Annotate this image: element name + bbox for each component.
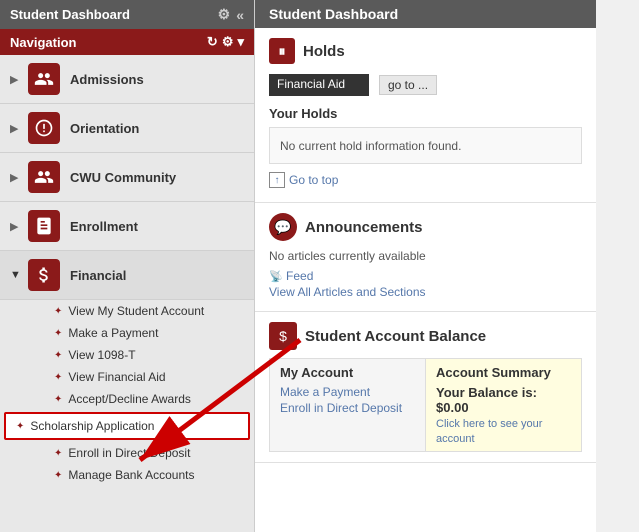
account-summary-column: Account Summary Your Balance is: $0.00 C… [426, 358, 582, 452]
subitem-manage-bank[interactable]: ✦ Manage Bank Accounts [0, 464, 254, 486]
subitem-label-make-payment: Make a Payment [68, 326, 158, 340]
nav-header-controls: ↻ ⚙ ▾ [207, 34, 244, 50]
account-grid: My Account Make a Payment Enroll in Dire… [269, 358, 582, 452]
subitem-make-payment[interactable]: ✦ Make a Payment [0, 322, 254, 344]
subitem-view-1098t[interactable]: ✦ View 1098-T [0, 344, 254, 366]
enrollment-label: Enrollment [70, 219, 138, 234]
bullet-icon-8: ✦ [54, 470, 62, 481]
go-to-top-label: Go to top [289, 173, 338, 187]
chevron-down-icon[interactable]: ▾ [237, 34, 244, 50]
settings-icon[interactable]: ⚙ [222, 34, 234, 50]
sidebar-header-icons: ⚙ « [218, 6, 244, 23]
holds-icon: ⏸ [269, 38, 295, 64]
subitem-label-view-financial-aid: View Financial Aid [68, 370, 165, 384]
sidebar-item-enrollment[interactable]: ▶ Enrollment [0, 202, 254, 251]
close-icon[interactable]: « [236, 7, 244, 23]
expand-arrow-admissions: ▶ [10, 73, 24, 86]
rss-icon: 📡 [269, 271, 283, 283]
subitem-accept-decline[interactable]: ✦ Accept/Decline Awards [0, 388, 254, 410]
subitem-scholarship-application[interactable]: ✦ Scholarship Application [4, 412, 250, 440]
nav-items-list: ▶ Admissions ▶ Orientation ▶ [0, 55, 254, 532]
sidebar-item-cwu-community[interactable]: ▶ CWU Community [0, 153, 254, 202]
your-holds-label: Your Holds [269, 106, 582, 121]
announcements-section: 💬 Announcements No articles currently av… [255, 203, 596, 312]
my-account-column: My Account Make a Payment Enroll in Dire… [269, 358, 426, 452]
financial-subitems: ✦ View My Student Account ✦ Make a Payme… [0, 300, 254, 490]
holds-title-row: ⏸ Holds [269, 38, 582, 64]
holds-title-text: Holds [303, 43, 345, 60]
rss-label: Feed [286, 269, 313, 283]
subitem-enroll-direct-deposit[interactable]: ✦ Enroll in Direct Deposit [0, 442, 254, 464]
sidebar: Student Dashboard ⚙ « Navigation ↻ ⚙ ▾ ▶ [0, 0, 255, 532]
financial-label: Financial [70, 268, 126, 283]
bullet-icon-4: ✦ [54, 372, 62, 383]
expand-arrow-enrollment: ▶ [10, 220, 24, 233]
subitem-view-financial-aid[interactable]: ✦ View Financial Aid [0, 366, 254, 388]
holds-section: ⏸ Holds Financial Aid go to ... Your Hol… [255, 28, 596, 203]
bullet-icon-2: ✦ [54, 328, 62, 339]
go-to-top-icon: ↑ [269, 172, 285, 188]
make-payment-link[interactable]: Make a Payment [280, 385, 415, 399]
announcements-title-row: 💬 Announcements [269, 213, 582, 241]
nav-header: Navigation ↻ ⚙ ▾ [0, 29, 254, 55]
expand-arrow-community: ▶ [10, 171, 24, 184]
subitem-view-student-account[interactable]: ✦ View My Student Account [0, 300, 254, 322]
balance-amount: Your Balance is: $0.00 [436, 385, 571, 415]
sidebar-title: Student Dashboard [10, 7, 130, 22]
announcements-icon: 💬 [269, 213, 297, 241]
subitem-label-accept-decline: Accept/Decline Awards [68, 392, 191, 406]
bullet-icon-7: ✦ [54, 448, 62, 459]
go-to-top-link[interactable]: ↑ Go to top [269, 172, 582, 188]
enroll-direct-link[interactable]: Enroll in Direct Deposit [280, 401, 415, 415]
subitem-label-manage-bank: Manage Bank Accounts [68, 468, 194, 482]
rss-feed-link[interactable]: 📡 Feed [269, 269, 582, 283]
expand-arrow-orientation: ▶ [10, 122, 24, 135]
main-content: Student Dashboard ⏸ Holds Financial Aid … [255, 0, 596, 532]
enrollment-icon [28, 210, 60, 242]
click-here-link[interactable]: Click here to see your account [436, 418, 542, 445]
holds-info-box: No current hold information found. [269, 127, 582, 164]
balance-icon: $ [269, 322, 297, 350]
sidebar-item-admissions[interactable]: ▶ Admissions [0, 55, 254, 104]
bullet-icon-6: ✦ [16, 421, 24, 432]
no-articles-text: No articles currently available [269, 249, 582, 263]
navigation-label: Navigation [10, 35, 76, 50]
community-icon [28, 161, 60, 193]
expand-arrow-financial: ▼ [10, 269, 24, 281]
financial-icon [28, 259, 60, 291]
sidebar-header: Student Dashboard ⚙ « [0, 0, 254, 29]
main-title: Student Dashboard [269, 6, 398, 22]
balance-title-row: $ Student Account Balance [269, 322, 582, 350]
bullet-icon-1: ✦ [54, 306, 62, 317]
account-summary-header: Account Summary [436, 365, 571, 380]
holds-controls: Financial Aid go to ... [269, 74, 582, 96]
no-holds-text: No current hold information found. [280, 139, 461, 153]
admissions-label: Admissions [70, 72, 144, 87]
account-balance-section: $ Student Account Balance My Account Mak… [255, 312, 596, 463]
community-label: CWU Community [70, 170, 176, 185]
bullet-icon-3: ✦ [54, 350, 62, 361]
bullet-icon-5: ✦ [54, 394, 62, 405]
orientation-label: Orientation [70, 121, 139, 136]
subitem-label-view-1098t: View 1098-T [68, 348, 135, 362]
gear-icon[interactable]: ⚙ [218, 6, 231, 23]
balance-title-text: Student Account Balance [305, 328, 486, 345]
sidebar-item-financial[interactable]: ▼ Financial [0, 251, 254, 300]
admissions-icon [28, 63, 60, 95]
holds-dropdown[interactable]: Financial Aid [269, 74, 369, 96]
announcements-title-text: Announcements [305, 219, 423, 236]
my-account-header: My Account [280, 365, 415, 380]
main-header: Student Dashboard [255, 0, 596, 28]
holds-dropdown-value: Financial Aid [277, 77, 345, 91]
subitem-label-view-student-account: View My Student Account [68, 304, 204, 318]
sidebar-item-orientation[interactable]: ▶ Orientation [0, 104, 254, 153]
view-all-link[interactable]: View All Articles and Sections [269, 285, 582, 299]
subitem-label-enroll-direct-deposit: Enroll in Direct Deposit [68, 446, 190, 460]
orientation-icon [28, 112, 60, 144]
go-to-button[interactable]: go to ... [379, 75, 437, 95]
subitem-label-scholarship-application: Scholarship Application [30, 419, 154, 433]
refresh-icon[interactable]: ↻ [207, 34, 218, 50]
